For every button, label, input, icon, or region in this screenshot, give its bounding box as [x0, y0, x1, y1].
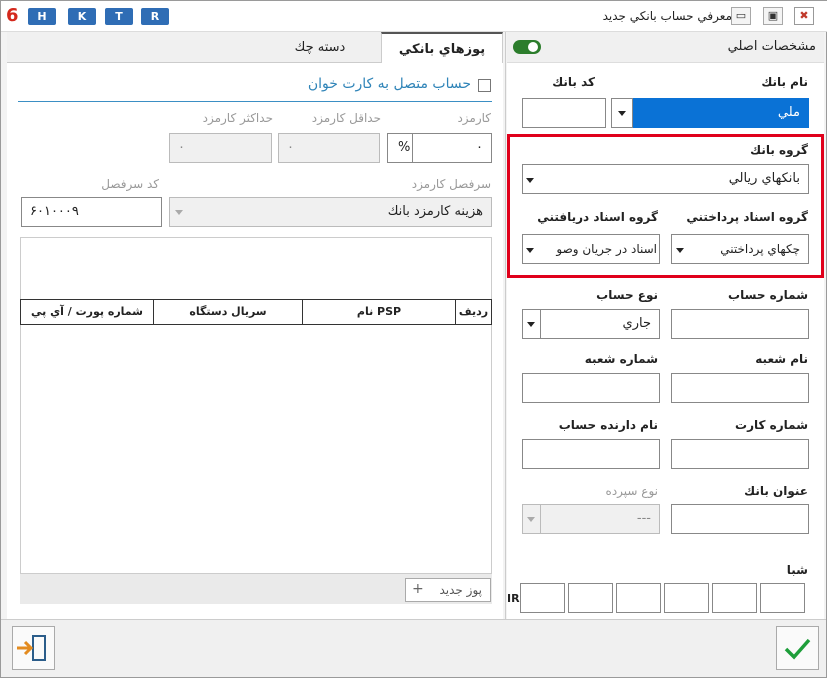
account-type-select[interactable]: جاري	[522, 309, 660, 339]
maximize-button[interactable]: ▣	[763, 7, 783, 25]
confirm-button[interactable]	[776, 626, 819, 670]
toolbar-r-button[interactable]: R	[141, 8, 169, 25]
bank-code-label: كد بانك	[552, 75, 595, 89]
bank-group-select[interactable]: بانكهاي ريالي	[522, 164, 809, 194]
payment-docs-label: گروه اسناد پرداختني	[686, 210, 808, 224]
ledger-code-field[interactable]: ۶۰۱۰۰۰۹	[21, 197, 162, 227]
fee-value: ۰	[476, 140, 483, 155]
exit-icon	[17, 635, 46, 661]
chevron-down-icon	[527, 517, 535, 522]
account-number-field[interactable]	[671, 309, 809, 339]
account-number-label: شماره حساب	[728, 288, 808, 302]
fee-ledger-select: هزينه كارمزد بانك	[169, 197, 492, 227]
bank-code-field[interactable]	[522, 98, 606, 128]
new-pos-button[interactable]: + پوز جديد	[405, 578, 491, 602]
branch-number-label: شماره شعبه	[584, 352, 658, 366]
chevron-down-icon	[526, 248, 534, 253]
sheba-prefix: IR	[507, 592, 520, 605]
chevron-down-icon	[175, 210, 183, 215]
payment-docs-select[interactable]: چكهاي پرداختني	[671, 234, 809, 264]
chevron-down-icon	[526, 178, 534, 183]
app-logo-icon: 6	[6, 5, 19, 26]
chevron-down-icon	[618, 111, 626, 116]
new-pos-label: پوز جديد	[439, 583, 482, 597]
toggle-switch[interactable]	[513, 40, 541, 54]
toolbar-k-button[interactable]: K	[68, 8, 96, 25]
receive-docs-select[interactable]: اسناد در جريان وصو	[522, 234, 660, 264]
minimize-button[interactable]: ▭	[731, 7, 751, 25]
sheba-field-6[interactable]	[520, 583, 565, 613]
chevron-down-icon	[676, 248, 684, 253]
min-fee-label: حداقل كارمزد	[311, 111, 381, 125]
sheba-field-5[interactable]	[568, 583, 613, 613]
fee-unit: %	[398, 140, 411, 155]
bank-name-dropdown[interactable]	[611, 98, 633, 128]
toolbar-h-button[interactable]: H	[28, 8, 56, 25]
fee-ledger-label: سرفصل كارمزد	[411, 177, 491, 191]
window-title: معرفي حساب بانكي جديد	[602, 9, 732, 23]
sheba-field-2[interactable]	[712, 583, 757, 613]
account-type-label: نوع حساب	[596, 288, 658, 302]
sheba-field-1[interactable]	[760, 583, 805, 613]
bank-title-label: عنوان بانك	[744, 484, 808, 498]
plus-icon: +	[412, 581, 424, 597]
grid-col-serial: سريال دستگاه	[153, 299, 303, 325]
grid-col-port-ip: شماره پورت / آي پي	[20, 299, 154, 325]
pos-grid	[20, 237, 492, 574]
card-reader-label: حساب متصل به كارت خوان	[307, 76, 471, 92]
branch-name-field[interactable]	[671, 373, 809, 403]
card-number-field[interactable]	[671, 439, 809, 469]
main-details-header: مشخصات اصلي	[727, 39, 816, 54]
main-details-panel: مشخصات اصلي نام بانك ملي كد بانك گروه با…	[507, 32, 824, 619]
sheba-field-3[interactable]	[664, 583, 709, 613]
close-button[interactable]: ✖	[794, 7, 814, 25]
chevron-down-icon	[527, 322, 535, 327]
toolbar-t-button[interactable]: T	[105, 8, 133, 25]
grid-col-psp: نام PSP	[302, 299, 456, 325]
holder-name-field[interactable]	[522, 439, 660, 469]
min-fee-field: ۰	[278, 133, 380, 163]
sheba-label: شبا	[786, 563, 808, 577]
branch-number-field[interactable]	[522, 373, 660, 403]
exit-button[interactable]	[12, 626, 55, 670]
fee-label: كارمزد	[457, 111, 491, 125]
card-reader-checkbox[interactable]	[478, 79, 491, 92]
bank-pos-panel: حساب متصل به كارت خوان كارمزد % ۰ حداقل …	[7, 63, 503, 619]
bank-name-value[interactable]: ملي	[611, 98, 809, 128]
fee-field[interactable]: % ۰	[387, 133, 492, 163]
tab-bank-pos[interactable]: پوزهاي بانكي	[381, 32, 503, 63]
bank-name-label: نام بانك	[761, 75, 808, 89]
grid-col-row: رديف	[455, 299, 492, 325]
card-number-label: شماره كارت	[735, 418, 808, 432]
tab-checkbook[interactable]: دسته چك	[261, 32, 379, 63]
bottom-bar	[1, 619, 826, 677]
bank-title-field[interactable]	[671, 504, 809, 534]
branch-name-label: نام شعبه	[755, 352, 808, 366]
sheba-field-4[interactable]	[616, 583, 661, 613]
title-bar: 6 H K T R معرفي حساب بانكي جديد ▭ ▣ ✖	[1, 1, 827, 32]
receive-docs-label: گروه اسناد دريافتني	[537, 210, 658, 224]
ledger-code-label: كد سرفصل	[101, 177, 159, 191]
bank-group-label: گروه بانك	[750, 143, 808, 157]
deposit-type-label: نوع سپرده	[605, 484, 658, 498]
max-fee-field: ۰	[169, 133, 272, 163]
deposit-type-select: ---	[522, 504, 660, 534]
checkmark-icon	[784, 638, 811, 660]
holder-name-label: نام دارنده حساب	[558, 418, 658, 432]
max-fee-label: حداكثر كارمزد	[202, 111, 273, 125]
dialog-window: 6 H K T R معرفي حساب بانكي جديد ▭ ▣ ✖ مش…	[0, 0, 827, 678]
